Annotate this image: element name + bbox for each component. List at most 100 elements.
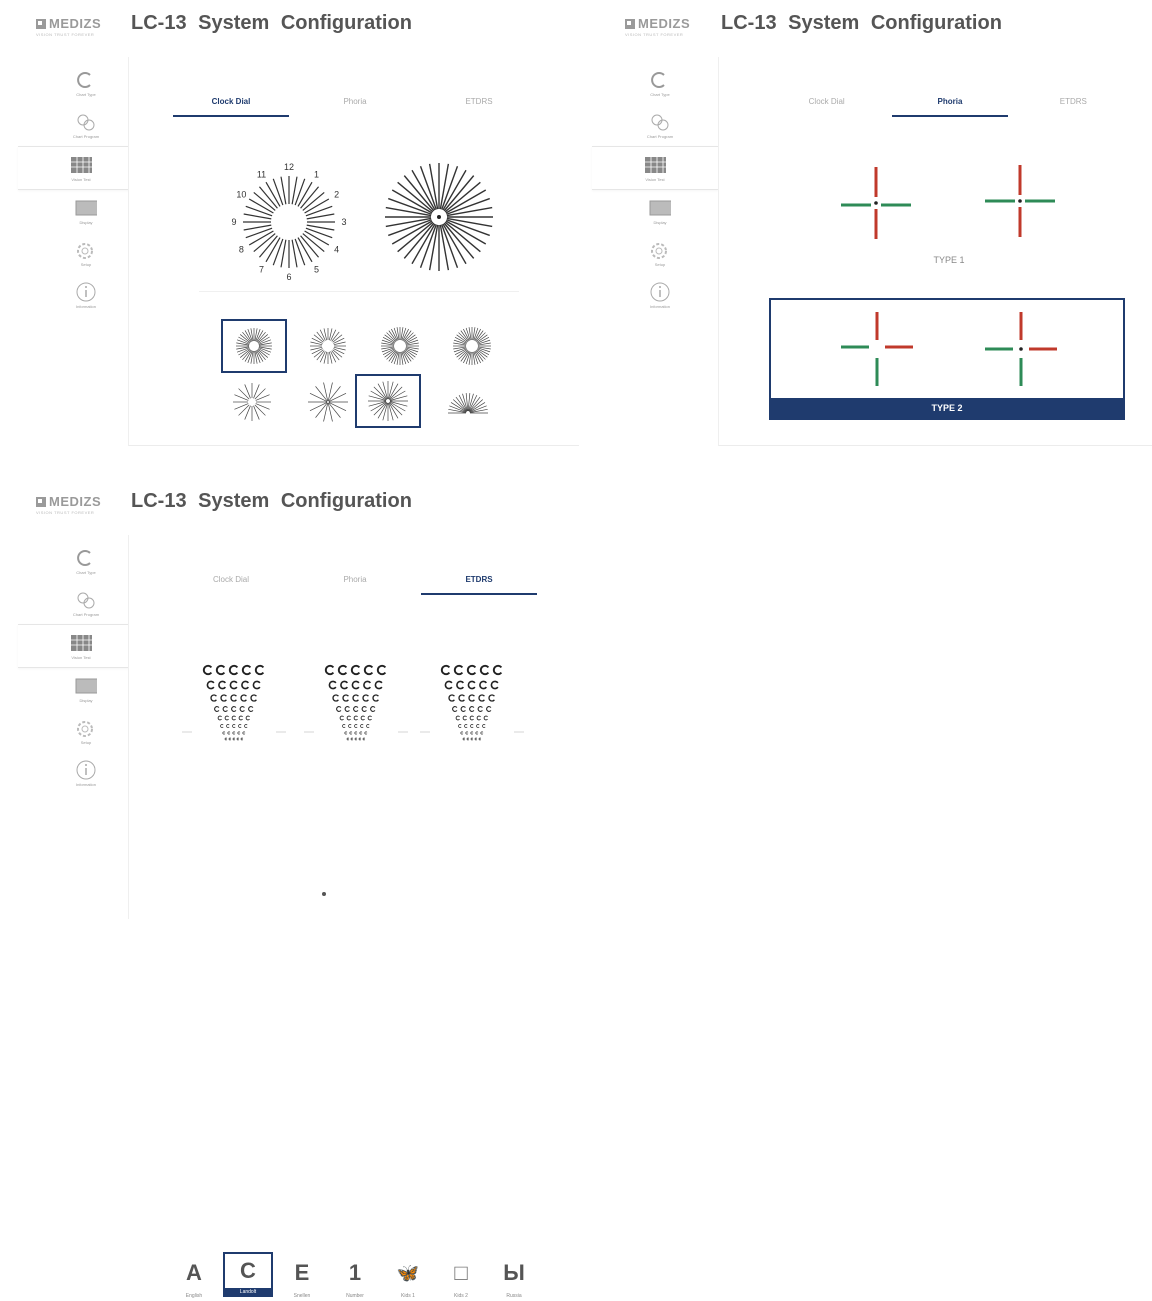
config-card: Clock Dial Phoria ETDRS TYPE 1 TYPE 2 <box>718 57 1152 446</box>
page-title: LC-13 System Configuration <box>721 12 1002 34</box>
sidebar-item-information[interactable]: Information <box>602 274 718 316</box>
thumb-ray <box>238 404 250 416</box>
tab-etdrs[interactable]: ETDRS <box>417 573 541 595</box>
dial-thumb-7[interactable] <box>355 374 421 428</box>
sidebar-item-chart-type[interactable]: Chart Type <box>602 62 718 104</box>
grid-chart-icon <box>644 155 666 175</box>
etdrs-option-landolt[interactable]: C Landolt <box>220 1252 276 1297</box>
clock-ray <box>245 205 273 217</box>
landolt-ring <box>222 706 228 712</box>
tab-clock-dial[interactable]: Clock Dial <box>765 95 888 117</box>
landolt-ring <box>248 706 254 712</box>
landolt-ring <box>239 706 245 712</box>
tab-etdrs[interactable]: ETDRS <box>1012 95 1135 117</box>
landolt-ring <box>367 715 372 721</box>
phoria-type1-preview[interactable] <box>819 159 1079 249</box>
landolt-ring <box>346 737 350 741</box>
brand-logo: MEDIZS VISION TRUST FOREVER <box>36 494 102 515</box>
landolt-ring <box>362 737 366 741</box>
sidebar-item-vision-test[interactable]: Vision Test <box>592 146 718 190</box>
landolt-ring <box>468 694 475 702</box>
tab-phoria[interactable]: Phoria <box>293 573 417 595</box>
sidebar-item-chart-program[interactable]: Chart Program <box>28 104 144 146</box>
sidebar-item-chart-program[interactable]: Chart Program <box>602 104 718 146</box>
clock-number: 1 <box>314 169 319 179</box>
grid-chart-icon <box>70 633 92 653</box>
dial-thumb-2[interactable] <box>297 321 359 371</box>
landolt-ring <box>464 724 468 728</box>
landolt-ring <box>360 715 365 721</box>
etdrs-chart-1[interactable] <box>179 660 289 760</box>
sunburst-preview <box>385 163 493 271</box>
gear-circles-icon <box>649 112 671 132</box>
sidebar-item-display[interactable]: Display <box>602 190 718 232</box>
sidebar-item-setup[interactable]: Setup <box>602 232 718 274</box>
dial-thumb-6[interactable] <box>297 377 359 427</box>
sidebar-item-display[interactable]: Display <box>28 190 144 232</box>
landolt-ring <box>337 664 348 676</box>
tab-clock-dial[interactable]: Clock Dial <box>169 95 293 117</box>
etdrs-option-snellen[interactable]: E Snellen <box>274 1258 330 1301</box>
clock-ray <box>291 176 298 205</box>
thumb-ray <box>234 403 249 410</box>
landolt-ring <box>245 715 250 721</box>
thumb-ray <box>244 405 251 420</box>
tab-clock-dial[interactable]: Clock Dial <box>169 573 293 595</box>
landolt-ring <box>228 737 232 741</box>
tab-etdrs[interactable]: ETDRS <box>417 95 541 117</box>
dial-thumb-3[interactable] <box>369 321 431 371</box>
etdrs-option-english[interactable]: A English <box>166 1258 222 1301</box>
sidebar-item-chart-type[interactable]: Chart Type <box>28 540 144 582</box>
sunburst-center-dot <box>437 215 441 219</box>
sidebar-item-vision-test[interactable]: Vision Test <box>18 146 144 190</box>
thumb-ray <box>323 402 329 422</box>
landolt-ring <box>470 724 474 728</box>
display-icon <box>75 198 97 218</box>
landolt-ring <box>244 724 248 728</box>
page-title: LC-13 System Configuration <box>131 490 412 512</box>
sidebar-item-chart-program[interactable]: Chart Program <box>28 582 144 624</box>
dial-thumb-8[interactable] <box>437 377 499 427</box>
sidebar-item-display[interactable]: Display <box>28 668 144 710</box>
landolt-ring <box>228 664 239 676</box>
etdrs-option-russia[interactable]: Ы Russia <box>486 1258 542 1301</box>
sidebar: Chart Type Chart Program Vision Test Dis… <box>18 62 144 316</box>
landolt-ring <box>238 715 243 721</box>
phoria-type2-cross-right <box>985 312 1057 386</box>
butterfly-icon: 🦋 <box>396 1263 420 1283</box>
landolt-ring <box>240 694 247 702</box>
landolt-ring <box>237 731 241 735</box>
tab-phoria[interactable]: Phoria <box>293 95 417 117</box>
thumb-ray <box>323 382 329 402</box>
clock-ray <box>294 238 306 266</box>
etdrs-option-number[interactable]: 1 Number <box>327 1258 383 1301</box>
landolt-ring <box>354 737 358 741</box>
phoria-type2-option[interactable]: TYPE 2 <box>769 298 1125 420</box>
square-icon: □ <box>454 1260 468 1285</box>
sidebar-item-information[interactable]: Information <box>28 752 144 794</box>
panel-phoria: MEDIZS VISION TRUST FOREVER LC-13 System… <box>592 0 1152 460</box>
sidebar-item-setup[interactable]: Setup <box>28 232 144 274</box>
clock-number: 3 <box>341 217 346 227</box>
landolt-ring <box>339 715 344 721</box>
landolt-ring <box>475 731 479 735</box>
thumb-ray <box>327 402 333 422</box>
sidebar-item-vision-test[interactable]: Vision Test <box>18 624 144 668</box>
tab-phoria[interactable]: Phoria <box>888 95 1011 117</box>
clock-ray <box>305 205 333 217</box>
dial-thumb-1[interactable] <box>221 319 287 373</box>
sidebar-item-information[interactable]: Information <box>28 274 144 316</box>
thumb-ray <box>254 404 266 416</box>
etdrs-chart-2[interactable] <box>301 660 411 760</box>
sidebar-item-chart-type[interactable]: Chart Type <box>28 62 144 104</box>
etdrs-chart-3[interactable] <box>417 660 527 760</box>
landolt-ring <box>364 731 368 735</box>
dial-thumb-4[interactable] <box>441 321 503 371</box>
sidebar-item-setup[interactable]: Setup <box>28 710 144 752</box>
clock-number: 9 <box>231 217 236 227</box>
etdrs-option-kids2[interactable]: □ Kids 2 <box>433 1258 489 1301</box>
tab-bar: Clock Dial Phoria ETDRS <box>169 573 541 595</box>
landolt-ring <box>226 724 230 728</box>
dial-thumb-5[interactable] <box>221 377 283 427</box>
etdrs-option-kids1[interactable]: 🦋 Kids 1 <box>380 1258 436 1301</box>
